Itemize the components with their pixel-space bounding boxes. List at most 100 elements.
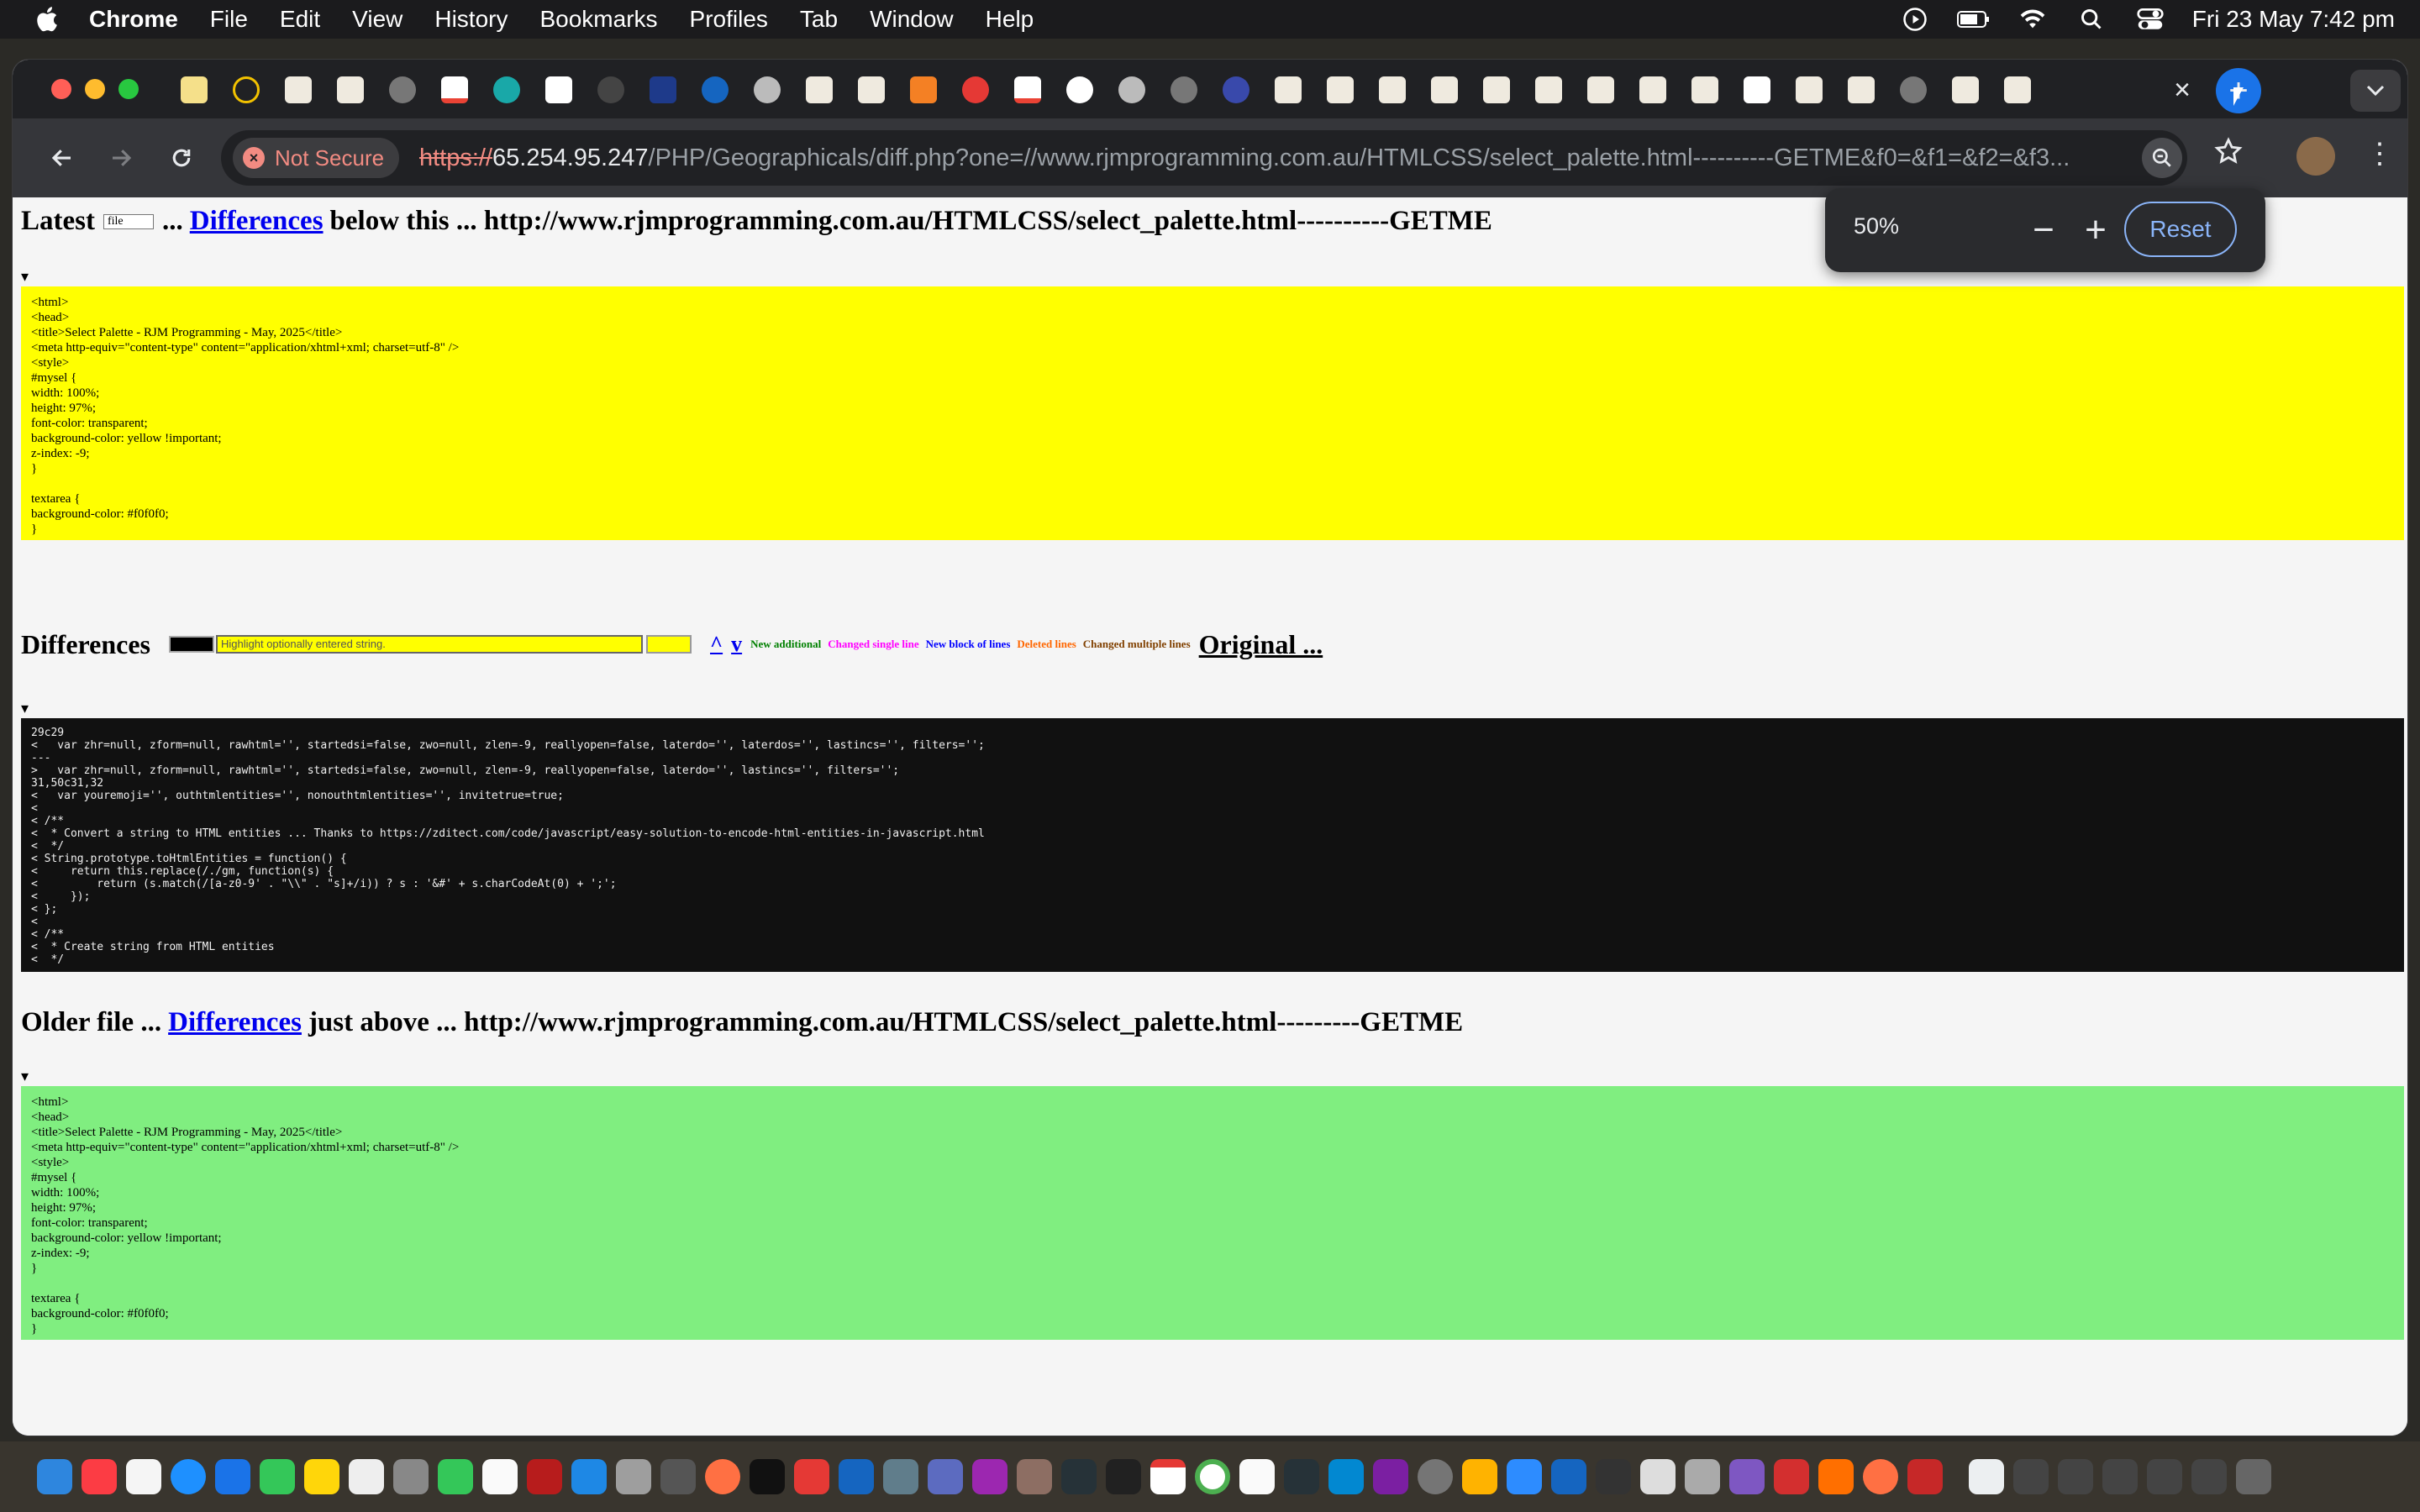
menu-profiles[interactable]: Profiles — [690, 6, 768, 33]
opera-icon[interactable] — [1774, 1459, 1809, 1494]
tab-favicon[interactable] — [545, 76, 572, 103]
tab-favicon[interactable] — [1327, 76, 1354, 103]
tab-favicon[interactable] — [493, 76, 520, 103]
mail-icon[interactable] — [215, 1459, 250, 1494]
google-icon[interactable] — [1066, 76, 1093, 103]
globe-icon[interactable] — [389, 76, 416, 103]
menu-app-name[interactable]: Chrome — [89, 6, 178, 33]
tab-favicon[interactable] — [181, 76, 208, 103]
globe-icon[interactable] — [1171, 76, 1197, 103]
apple-tv-icon[interactable] — [750, 1459, 785, 1494]
back-button[interactable] — [41, 137, 83, 179]
tab-favicon[interactable] — [1431, 76, 1458, 103]
menu-tab[interactable]: Tab — [800, 6, 838, 33]
zoom-icon[interactable] — [1507, 1459, 1542, 1494]
tab-favicon[interactable] — [806, 76, 833, 103]
minimize-window-button[interactable] — [85, 79, 105, 99]
menu-edit[interactable]: Edit — [280, 6, 320, 33]
dock-app-icon[interactable] — [1685, 1459, 1720, 1494]
books-icon[interactable] — [1818, 1459, 1854, 1494]
messages-icon[interactable] — [260, 1459, 295, 1494]
tab-favicon[interactable] — [233, 76, 260, 103]
dock-app-icon[interactable] — [1462, 1459, 1497, 1494]
forward-button[interactable] — [100, 137, 142, 179]
tab-favicon[interactable] — [1535, 76, 1562, 103]
minimized-window[interactable] — [2013, 1459, 2049, 1494]
zoom-out-button[interactable]: − — [2020, 207, 2067, 254]
tab-favicon[interactable] — [1796, 76, 1823, 103]
control-center-icon[interactable] — [2133, 7, 2167, 32]
chrome-icon[interactable] — [1118, 76, 1145, 103]
address-bar[interactable]: × Not Secure https://65.254.95.247/PHP/G… — [221, 130, 2187, 186]
menu-help[interactable]: Help — [986, 6, 1034, 33]
preview-icon[interactable] — [660, 1459, 696, 1494]
more-options-icon[interactable]: ⋮ — [2365, 137, 2394, 179]
globe-icon[interactable] — [1900, 76, 1927, 103]
dock-app-icon[interactable] — [1328, 1459, 1364, 1494]
finder-icon[interactable] — [37, 1459, 72, 1494]
tab-favicon[interactable] — [1587, 76, 1614, 103]
stackoverflow-icon[interactable] — [910, 76, 937, 103]
tab-favicon[interactable] — [1639, 76, 1666, 103]
abc-icon[interactable] — [597, 76, 624, 103]
highlight-input[interactable]: Highlight optionally entered string. — [216, 635, 643, 654]
dock-app-icon[interactable] — [1017, 1459, 1052, 1494]
dock-app-icon[interactable] — [1907, 1459, 1943, 1494]
menu-view[interactable]: View — [352, 6, 402, 33]
previous-difference-link[interactable]: ^ — [710, 632, 723, 657]
app-store-icon[interactable] — [571, 1459, 607, 1494]
system-icon[interactable] — [839, 1459, 874, 1494]
chrome-icon[interactable] — [754, 76, 781, 103]
zoom-window-button[interactable] — [118, 79, 139, 99]
safari-icon[interactable] — [171, 1459, 206, 1494]
zoom-in-button[interactable]: + — [2072, 207, 2119, 254]
zoom-magnifier-icon[interactable] — [2142, 138, 2182, 178]
dock-app-icon[interactable] — [1596, 1459, 1631, 1494]
tab-favicon[interactable] — [1848, 76, 1875, 103]
podcasts-icon[interactable] — [972, 1459, 1007, 1494]
original-link[interactable]: Original ... — [1199, 629, 1323, 660]
not-secure-chip[interactable]: × Not Secure — [233, 138, 400, 178]
firefox-icon[interactable] — [705, 1459, 740, 1494]
document-icon[interactable] — [1239, 1459, 1275, 1494]
diff-disclosure-toggle[interactable]: ▾ — [21, 700, 29, 717]
profile-avatar[interactable] — [2296, 137, 2335, 176]
differences-link-bottom[interactable]: Differences — [168, 1007, 302, 1038]
facetime-icon[interactable] — [438, 1459, 473, 1494]
play-circle-icon[interactable] — [1898, 7, 1932, 32]
menu-window[interactable]: Window — [870, 6, 954, 33]
close-tab-icon[interactable]: × — [2164, 71, 2201, 108]
minimized-window[interactable] — [2191, 1459, 2227, 1494]
chrome-icon[interactable] — [1195, 1459, 1230, 1494]
url-text[interactable]: https://65.254.95.247/PHP/Geographicals/… — [419, 130, 2070, 186]
tab-search-button[interactable] — [2350, 70, 2401, 112]
filezilla-icon[interactable] — [527, 1459, 562, 1494]
search-icon[interactable] — [2075, 7, 2108, 32]
close-window-button[interactable] — [51, 79, 71, 99]
wifi-icon[interactable] — [2016, 7, 2049, 32]
bbedit-icon[interactable] — [928, 1459, 963, 1494]
scanner-icon[interactable] — [1969, 1459, 2004, 1494]
zoom-reset-button[interactable]: Reset — [2124, 202, 2237, 257]
system-settings-icon[interactable] — [1418, 1459, 1453, 1494]
firefox-icon[interactable] — [1863, 1459, 1898, 1494]
menu-file[interactable]: File — [210, 6, 248, 33]
tab-favicon[interactable] — [1744, 76, 1770, 103]
gmail-icon[interactable] — [1014, 76, 1041, 103]
gmail-icon[interactable] — [441, 76, 468, 103]
launchpad-icon[interactable] — [393, 1459, 429, 1494]
tab-favicon[interactable] — [1275, 76, 1302, 103]
minimized-window[interactable] — [2147, 1459, 2182, 1494]
minimized-window[interactable] — [2058, 1459, 2093, 1494]
menu-history[interactable]: History — [434, 6, 508, 33]
terminal-icon[interactable] — [1061, 1459, 1097, 1494]
latest-disclosure-toggle[interactable]: ▾ — [21, 268, 29, 286]
dock-app-icon[interactable] — [1729, 1459, 1765, 1494]
tab-favicon[interactable] — [962, 76, 989, 103]
console-icon[interactable] — [1284, 1459, 1319, 1494]
older-disclosure-toggle[interactable]: ▾ — [21, 1068, 29, 1085]
tab-favicon[interactable] — [285, 76, 312, 103]
highlight-color-picker[interactable] — [646, 635, 692, 654]
dock-app-icon[interactable] — [1551, 1459, 1586, 1494]
tab-favicon[interactable] — [337, 76, 364, 103]
